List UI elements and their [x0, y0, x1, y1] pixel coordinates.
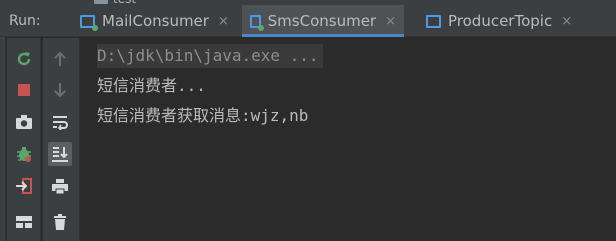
print-button[interactable] [48, 174, 72, 198]
debug-button[interactable] [12, 142, 36, 166]
tab-producer-topic[interactable]: ProducerTopic × [418, 5, 580, 37]
trash-icon [54, 214, 66, 230]
layout-button[interactable] [12, 210, 36, 234]
run-config-icon [80, 14, 98, 31]
layout-icon [16, 216, 32, 228]
run-toolbar-primary [7, 38, 41, 241]
rerun-button[interactable] [12, 47, 36, 71]
tab-label: SmsConsumer [267, 12, 377, 30]
console-command-line[interactable]: D:\jdk\bin\java.exe ... [97, 44, 323, 68]
close-icon[interactable]: × [385, 14, 396, 29]
arrow-up-icon [54, 51, 66, 66]
soft-wrap-button[interactable] [48, 110, 72, 134]
up-button[interactable] [48, 47, 72, 71]
run-tab-bar: Run: MailConsumer × SmsConsumer × Produc… [0, 5, 616, 37]
rerun-icon [17, 52, 31, 66]
down-button[interactable] [48, 78, 72, 102]
print-icon [52, 179, 68, 195]
dump-threads-button[interactable] [12, 110, 36, 134]
console-output[interactable]: D:\jdk\bin\java.exe ... 短信消费者... 短信消费者获取… [81, 38, 616, 241]
stop-icon [18, 84, 30, 96]
clear-all-button[interactable] [48, 210, 72, 234]
close-icon[interactable]: × [561, 14, 572, 29]
soft-wrap-icon [53, 116, 68, 130]
run-config-icon [426, 14, 441, 28]
run-config-icon [250, 14, 264, 31]
console-line: 短信消费者获取消息:wjz,nb [97, 106, 309, 125]
tab-label: ProducerTopic [448, 12, 553, 30]
run-label: Run: [9, 13, 41, 29]
tab-mail-consumer[interactable]: MailConsumer × [72, 5, 237, 37]
run-toolbar-secondary [43, 38, 80, 241]
debug-bug-icon [17, 147, 31, 162]
camera-icon [16, 115, 32, 129]
scroll-to-end-button[interactable] [48, 142, 72, 166]
stop-button[interactable] [12, 78, 36, 102]
scroll-to-end-icon [52, 147, 68, 162]
arrow-down-icon [54, 83, 66, 98]
exit-button[interactable] [12, 174, 36, 198]
folder-icon [94, 0, 108, 4]
tab-label: MailConsumer [102, 12, 209, 30]
exit-icon [16, 178, 32, 194]
tab-sms-consumer[interactable]: SmsConsumer × [242, 5, 404, 37]
close-icon[interactable]: × [218, 14, 229, 29]
console-line: 短信消费者... [97, 76, 206, 95]
left-gutter [0, 37, 6, 241]
